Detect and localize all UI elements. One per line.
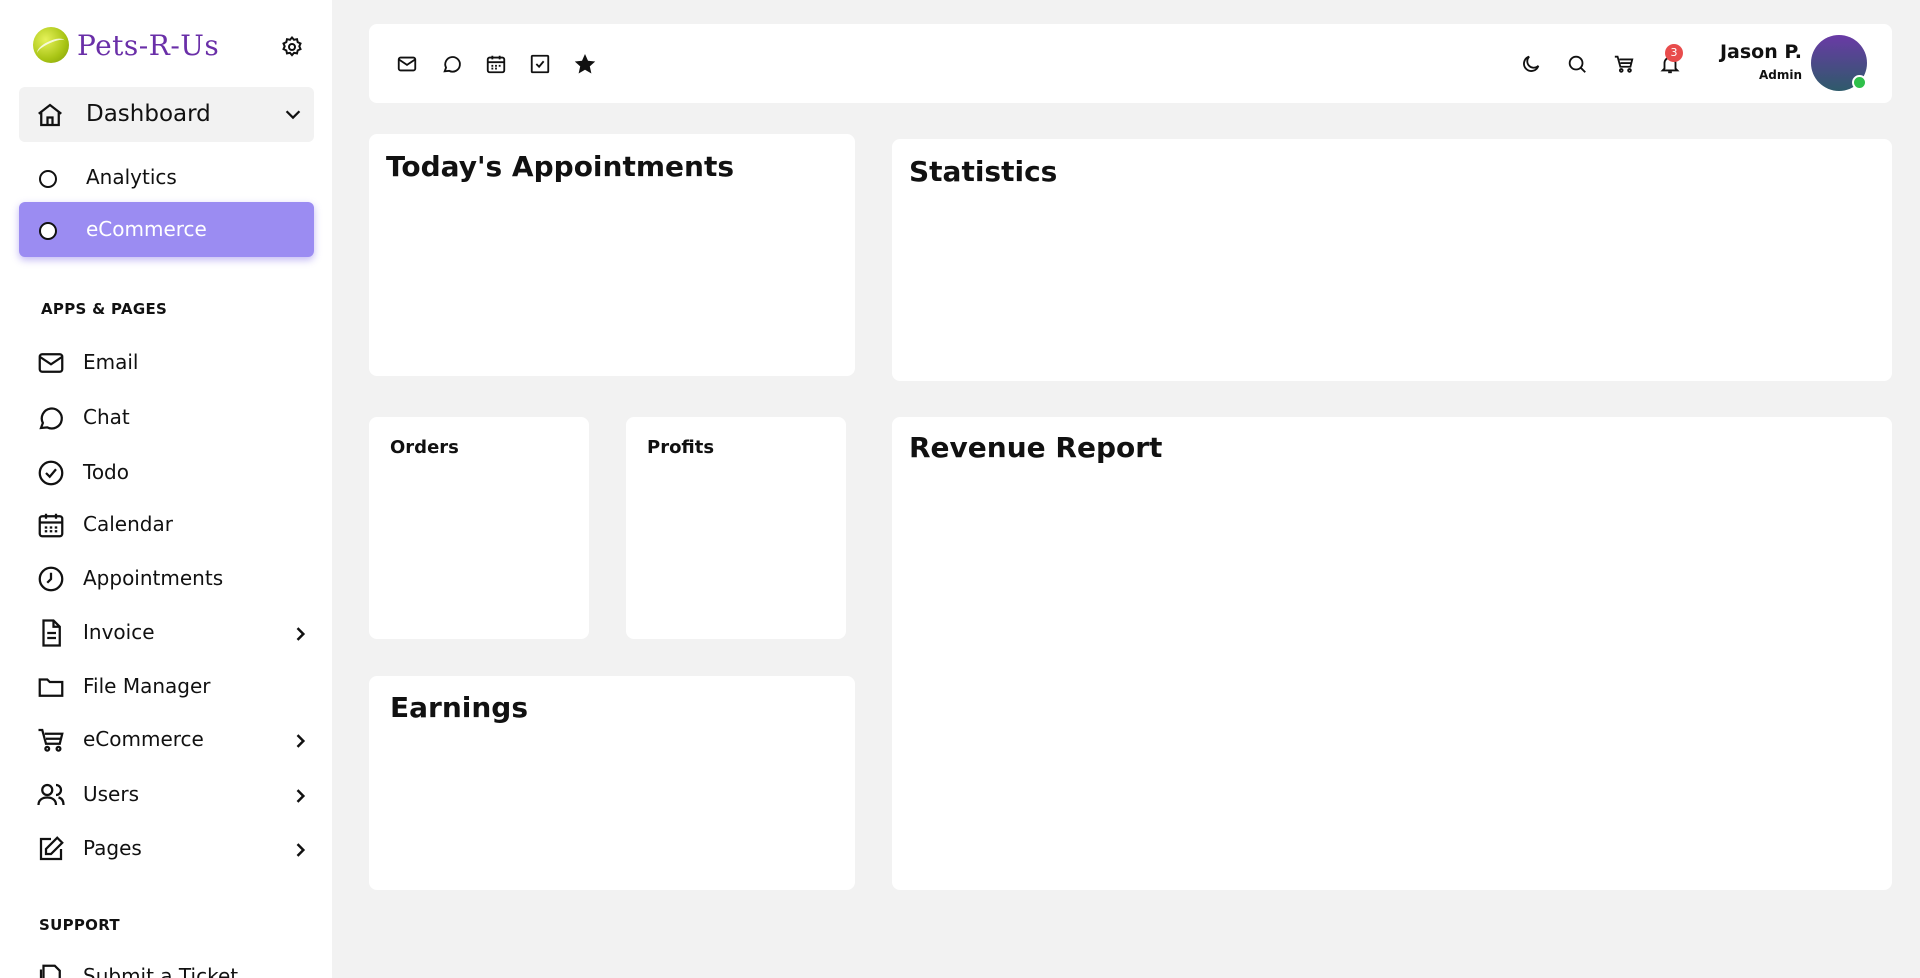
sidebar-item-label: Appointments — [83, 566, 224, 590]
circle-icon — [39, 222, 57, 240]
brand-name: Pets-R-Us — [77, 28, 220, 62]
chevron-right-icon — [290, 840, 310, 860]
sidebar-item-users[interactable]: Users — [36, 774, 316, 814]
sidebar-item-calendar[interactable]: Calendar — [36, 504, 316, 544]
sidebar-item-analytics[interactable]: Analytics — [19, 150, 314, 205]
tennis-ball-icon — [33, 27, 69, 63]
moon-icon[interactable] — [1519, 52, 1543, 76]
users-icon — [36, 780, 66, 810]
sidebar-item-label: Email — [83, 350, 139, 374]
check-circle-icon — [36, 458, 66, 488]
sidebar-item-file-manager[interactable]: File Manager — [36, 666, 316, 706]
sidebar-item-label: Invoice — [83, 620, 155, 644]
home-icon — [35, 100, 65, 130]
sidebar-item-appointments[interactable]: Appointments — [36, 558, 316, 598]
ticket-icon — [36, 962, 66, 978]
revenue-report-card: Revenue Report — [892, 417, 1892, 890]
earnings-card: Earnings — [369, 676, 855, 890]
sidebar-item-ecommerce[interactable]: eCommerce — [36, 719, 316, 759]
sidebar-item-pages[interactable]: Pages — [36, 828, 316, 868]
chevron-right-icon — [290, 624, 310, 644]
calendar-icon — [36, 510, 66, 540]
edit-icon — [36, 834, 66, 864]
sidebar-item-submit-ticket[interactable]: Submit a Ticket — [36, 956, 316, 978]
online-status-dot — [1852, 75, 1867, 90]
sidebar-item-todo[interactable]: Todo — [36, 452, 316, 492]
brand-logo[interactable]: Pets-R-Us — [33, 25, 219, 65]
circle-icon — [39, 170, 57, 188]
mail-icon[interactable] — [395, 52, 419, 76]
sidebar-item-label: Users — [83, 782, 140, 806]
chat-icon[interactable] — [440, 52, 464, 76]
user-name[interactable]: Jason P. — [1720, 41, 1802, 63]
sidebar-item-label: Analytics — [86, 165, 177, 189]
chevron-right-icon — [290, 731, 310, 751]
chat-icon — [36, 403, 66, 433]
gear-icon[interactable] — [278, 33, 306, 61]
profits-card: Profits — [626, 417, 846, 639]
sidebar-item-label: eCommerce — [83, 727, 204, 751]
sidebar-item-label: Calendar — [83, 512, 173, 536]
chevron-right-icon — [290, 786, 310, 806]
chevron-down-icon — [282, 103, 304, 125]
sidebar-item-label: Pages — [83, 836, 142, 860]
notification-badge: 3 — [1665, 44, 1683, 62]
sidebar-item-ecommerce-dashboard[interactable]: eCommerce — [19, 202, 314, 257]
card-title: Earnings — [390, 691, 529, 724]
sidebar-item-invoice[interactable]: Invoice — [36, 612, 316, 652]
sidebar-item-dashboard[interactable]: Dashboard — [19, 87, 314, 142]
sidebar: Pets-R-Us Dashboard Analytics eCommerce … — [0, 0, 332, 978]
calendar-icon[interactable] — [484, 52, 508, 76]
sidebar-item-label: Dashboard — [86, 101, 211, 127]
card-title: Orders — [390, 437, 459, 458]
appointments-card: Today's Appointments — [369, 134, 855, 376]
card-title: Profits — [647, 437, 715, 458]
file-icon — [36, 618, 66, 648]
section-heading-apps: APPS & PAGES — [41, 300, 168, 318]
orders-card: Orders — [369, 417, 589, 639]
sidebar-item-label: Todo — [83, 460, 129, 484]
search-icon[interactable] — [1565, 52, 1589, 76]
sidebar-item-label: eCommerce — [86, 217, 207, 241]
cart-icon[interactable] — [1612, 52, 1636, 76]
mail-icon — [36, 348, 66, 378]
card-title: Revenue Report — [909, 431, 1163, 464]
check-square-icon[interactable] — [528, 52, 552, 76]
card-title: Statistics — [909, 155, 1058, 188]
topbar: 3 Jason P. Admin — [369, 24, 1892, 103]
user-role: Admin — [1758, 68, 1802, 82]
sidebar-item-email[interactable]: Email — [36, 342, 316, 382]
sidebar-item-chat[interactable]: Chat — [36, 397, 316, 437]
sidebar-item-label: Submit a Ticket — [83, 964, 239, 978]
cart-icon — [36, 725, 66, 755]
folder-icon — [36, 672, 66, 702]
clock-icon — [36, 564, 66, 594]
card-title: Today's Appointments — [386, 150, 734, 183]
section-heading-support: SUPPORT — [39, 916, 120, 934]
sidebar-item-label: File Manager — [83, 674, 211, 698]
sidebar-item-label: Chat — [83, 405, 130, 429]
star-icon[interactable] — [573, 52, 597, 76]
statistics-card: Statistics — [892, 139, 1892, 381]
